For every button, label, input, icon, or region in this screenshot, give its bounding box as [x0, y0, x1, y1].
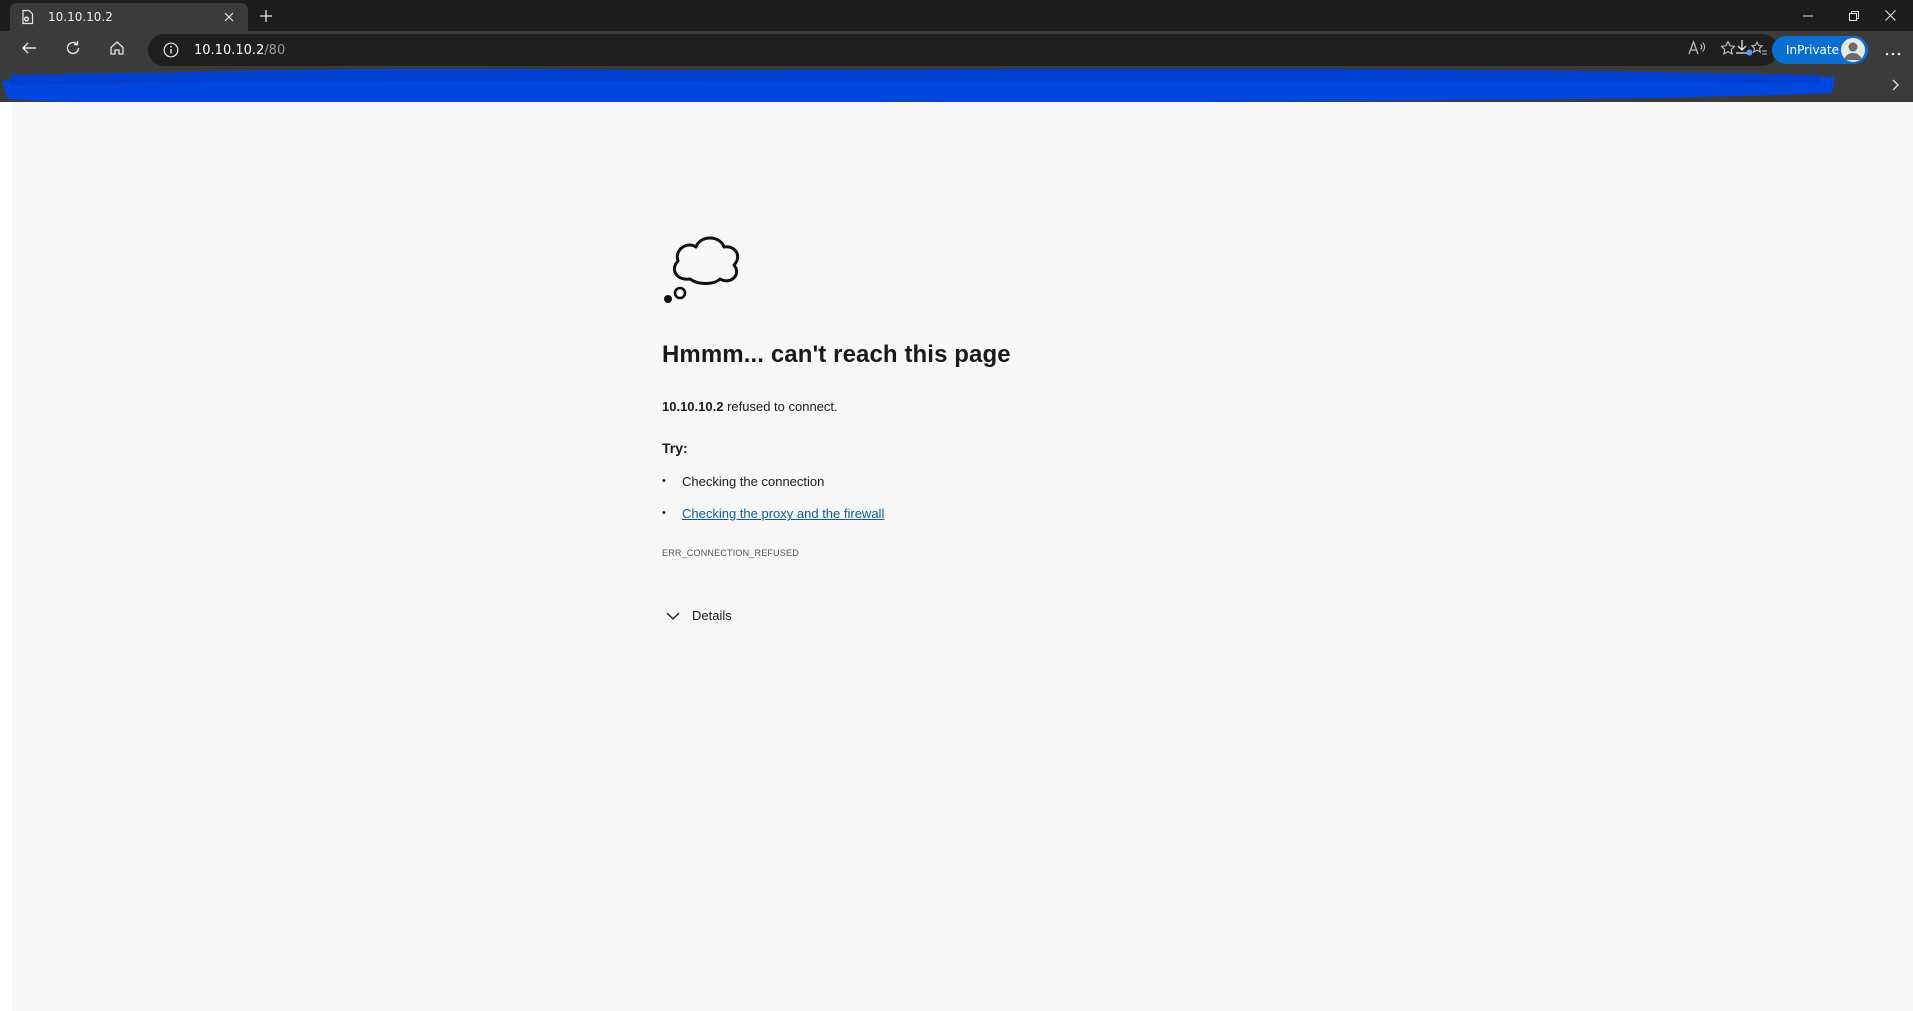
refresh-button[interactable] — [58, 36, 88, 64]
list-item: • Checking the proxy and the firewall — [662, 506, 1262, 538]
error-code: ERR_CONNECTION_REFUSED — [662, 548, 799, 558]
page-content: Hmmm... can't reach this page 10.10.10.2… — [12, 102, 1913, 1011]
close-icon — [1884, 6, 1896, 25]
favorites-bar — [0, 69, 1913, 102]
browser-toolbar: 10.10.10.2/80 InPrivate — [0, 31, 1913, 69]
refresh-icon — [65, 40, 81, 60]
close-window-button[interactable] — [1867, 0, 1913, 31]
info-icon[interactable] — [162, 41, 180, 59]
details-toggle[interactable]: Details — [662, 608, 1262, 623]
restore-icon — [1849, 6, 1859, 25]
back-button[interactable] — [14, 36, 44, 64]
more-icon — [1885, 41, 1901, 60]
address-bar[interactable]: 10.10.10.2/80 — [148, 34, 1778, 66]
try-label: Try: — [662, 440, 688, 456]
details-label: Details — [692, 608, 732, 623]
avatar — [1841, 38, 1865, 62]
address-bar-actions — [1688, 34, 1768, 66]
url-host: 10.10.10.2 — [194, 42, 265, 58]
inprivate-label: InPrivate — [1786, 43, 1839, 57]
downloads-button[interactable] — [1734, 34, 1754, 66]
minimize-button[interactable] — [1785, 0, 1831, 31]
inprivate-badge[interactable]: InPrivate — [1772, 36, 1868, 64]
redaction-scribble — [2, 69, 1835, 102]
title-bar: 10.10.10.2 — [0, 0, 1913, 31]
minimize-icon — [1803, 6, 1813, 25]
tab-title: 10.10.10.2 — [48, 10, 113, 24]
error-heading: Hmmm... can't reach this page — [662, 341, 1011, 368]
thought-cloud-icon — [662, 227, 742, 303]
browser-tab[interactable]: 10.10.10.2 — [10, 3, 248, 31]
home-icon — [109, 40, 125, 60]
error-host: 10.10.10.2 — [662, 399, 724, 414]
chevron-right-icon — [1891, 76, 1901, 95]
download-icon — [1734, 39, 1754, 61]
list-item: • Checking the connection — [662, 474, 1262, 506]
home-button[interactable] — [102, 36, 132, 64]
proxy-firewall-link[interactable]: Checking the proxy and the firewall — [682, 506, 884, 521]
new-tab-button[interactable] — [255, 6, 277, 28]
bullet-icon: • — [662, 507, 666, 519]
error-message-text: refused to connect. — [723, 399, 838, 414]
close-icon[interactable] — [220, 8, 238, 26]
url-path: /80 — [264, 42, 286, 58]
chevron-down-icon — [666, 609, 680, 623]
read-aloud-icon[interactable] — [1688, 40, 1706, 60]
favorites-overflow-button[interactable] — [1884, 73, 1908, 97]
bullet-icon: • — [662, 475, 666, 487]
settings-more-button[interactable] — [1878, 36, 1908, 64]
error-message: 10.10.10.2 refused to connect. — [662, 399, 1262, 414]
suggestion-text: Checking the connection — [682, 474, 825, 489]
suggestion-list: • Checking the connection • Checking the p… — [662, 474, 1262, 538]
plus-icon — [259, 8, 273, 27]
back-arrow-icon — [21, 40, 37, 60]
error-panel: Hmmm... can't reach this page 10.10.10.2… — [662, 227, 1262, 623]
page-error-icon — [20, 9, 36, 25]
